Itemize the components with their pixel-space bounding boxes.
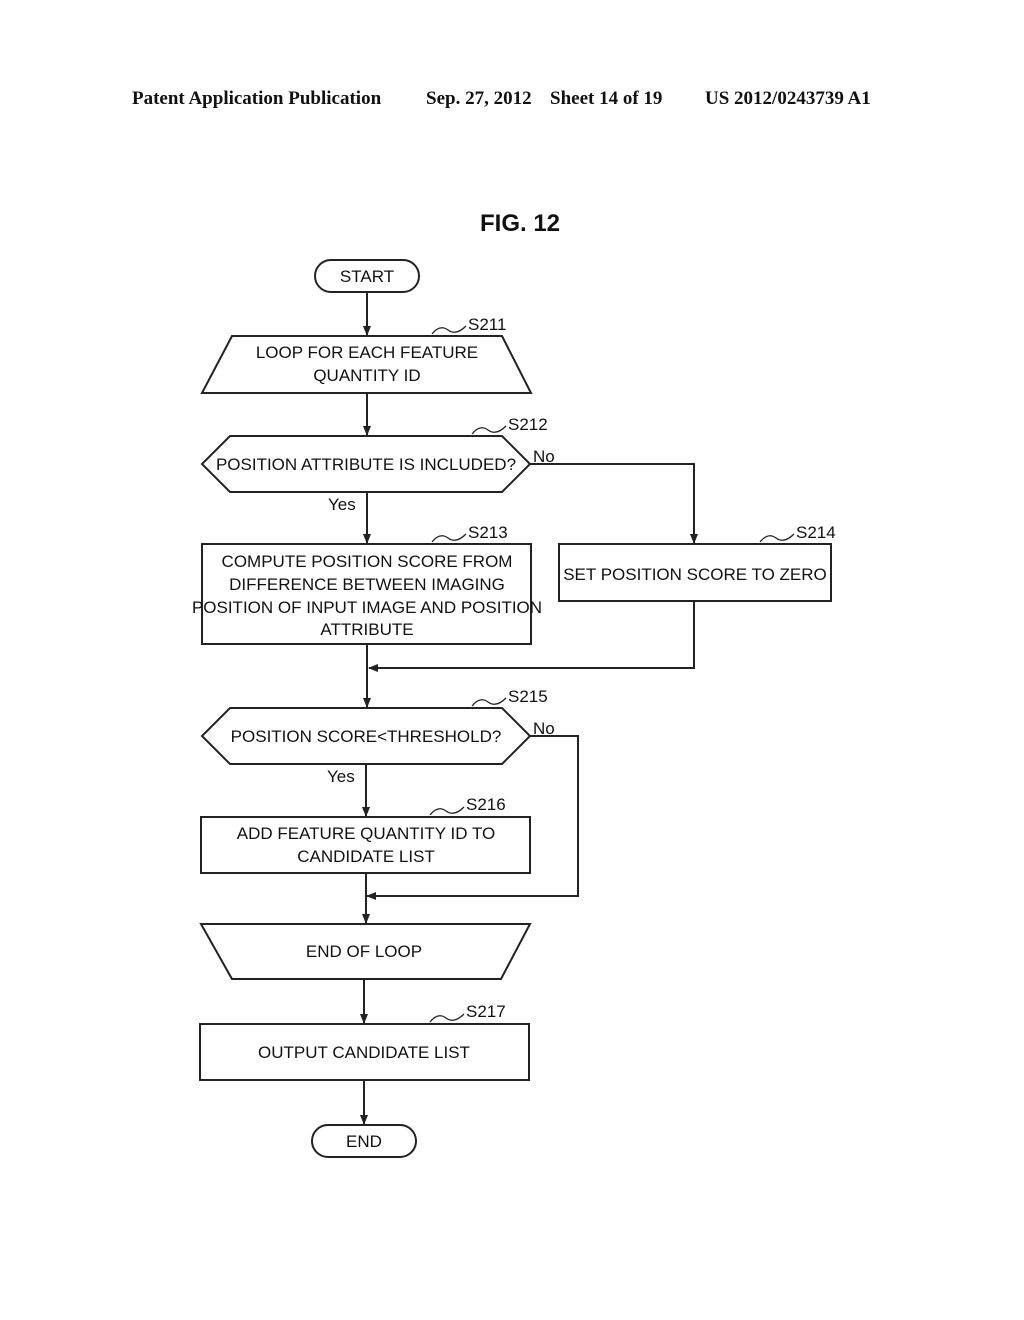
s213-line-3: POSITION OF INPUT IMAGE AND POSITION: [192, 598, 542, 617]
flowchart: START LOOP FOR EACH FEATURE QUANTITY ID …: [192, 259, 836, 1158]
start-terminal: START: [314, 259, 420, 293]
s213-line-1: COMPUTE POSITION SCORE FROM: [222, 552, 513, 571]
s216-line-2: CANDIDATE LIST: [297, 847, 435, 866]
s212-id: S212: [508, 415, 548, 434]
s216-line-1: ADD FEATURE QUANTITY ID TO: [237, 824, 496, 843]
s213-leader: [431, 533, 467, 543]
s211-leader: [431, 325, 467, 335]
s212-text: POSITION ATTRIBUTE IS INCLUDED?: [216, 455, 516, 474]
s216-leader: [429, 806, 465, 816]
s217-id: S217: [466, 1002, 506, 1021]
s213-line-4: ATTRIBUTE: [320, 620, 413, 639]
s215-leader: [471, 697, 507, 707]
step-s214-process: SET POSITION SCORE TO ZERO S214: [558, 523, 836, 602]
arrow-s212-no-to-s214: [530, 463, 698, 544]
step-s215-decision: POSITION SCORE<THRESHOLD? S215: [200, 687, 548, 765]
s215-yes-label: Yes: [327, 767, 355, 786]
step-s212-decision: POSITION ATTRIBUTE IS INCLUDED? S212: [200, 415, 548, 493]
loop-end-text: END OF LOOP: [306, 942, 422, 961]
s215-text: POSITION SCORE<THRESHOLD?: [231, 727, 502, 746]
step-loop-end: END OF LOOP: [199, 923, 532, 980]
s214-id: S214: [796, 523, 836, 542]
s211-line-1: LOOP FOR EACH FEATURE: [256, 343, 478, 362]
s216-id: S216: [466, 795, 506, 814]
s217-text: OUTPUT CANDIDATE LIST: [258, 1043, 470, 1062]
start-label: START: [340, 267, 394, 286]
s212-leader: [471, 425, 507, 435]
s215-id: S215: [508, 687, 548, 706]
s214-text: SET POSITION SCORE TO ZERO: [563, 565, 827, 584]
end-terminal: END: [311, 1124, 417, 1158]
s217-leader: [429, 1013, 465, 1023]
s214-leader: [759, 533, 795, 543]
s212-yes-label: Yes: [328, 495, 356, 514]
s211-line-2: QUANTITY ID: [313, 366, 420, 385]
s213-id: S213: [468, 523, 508, 542]
s211-id: S211: [468, 315, 506, 334]
s213-line-2: DIFFERENCE BETWEEN IMAGING: [229, 575, 505, 594]
end-label: END: [346, 1132, 382, 1151]
